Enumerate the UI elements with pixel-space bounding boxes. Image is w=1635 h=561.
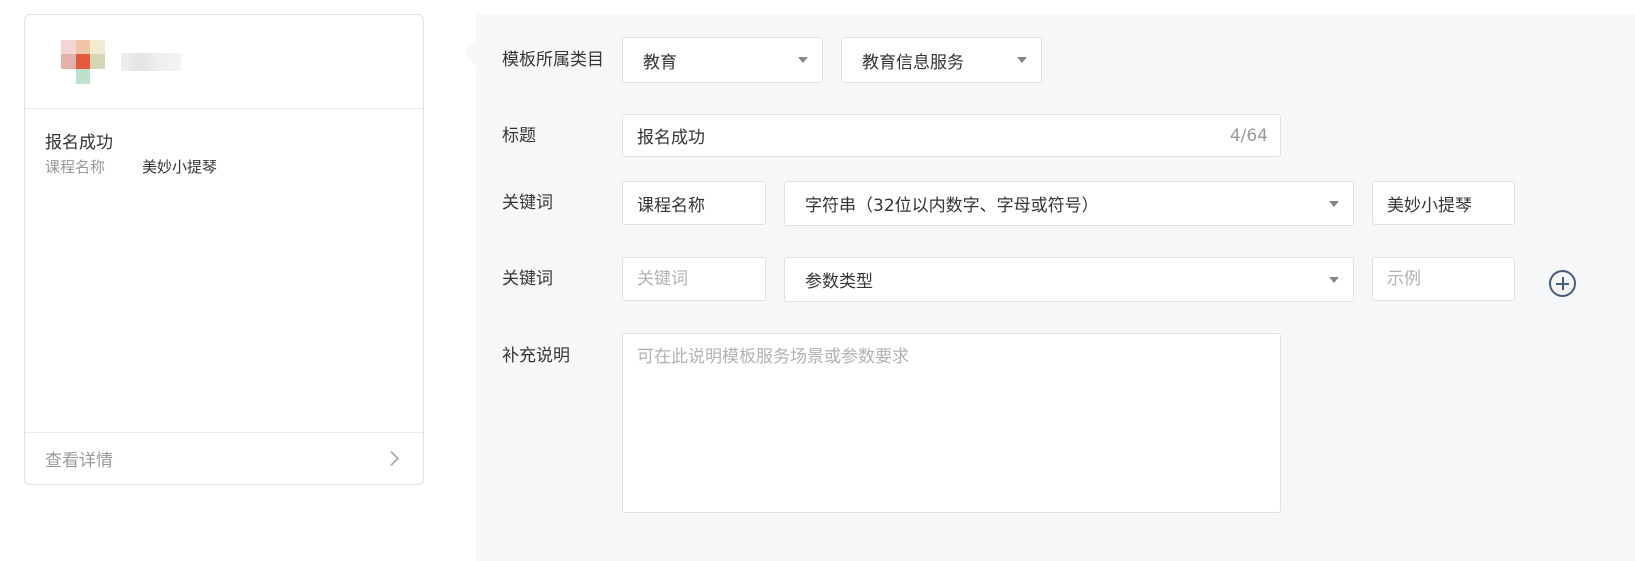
category-primary-select[interactable]: 教育 [622,37,823,83]
caret-down-icon [1329,200,1339,207]
preview-header [25,15,423,109]
caret-down-icon [1329,276,1339,283]
view-details-label: 查看详情 [45,451,113,471]
avatar-tile [61,68,76,84]
avatar-tile [90,54,105,69]
keyword-name-input-2[interactable] [622,257,766,301]
keyword-name-input-1[interactable]: 课程名称 [622,181,766,225]
keyword-type-placeholder-2: 参数类型 [805,272,873,292]
message-preview-card: 报名成功 课程名称 美妙小提琴 查看详情 [24,14,424,485]
category-primary-value: 教育 [643,52,677,73]
caret-down-icon [798,57,808,63]
title-char-counter: 4/64 [1229,125,1268,146]
avatar-tile [90,39,105,55]
caret-down-icon [1017,57,1027,63]
plus-circle-icon[interactable] [1549,270,1576,297]
keyword-example-input-2[interactable] [1372,257,1515,301]
avatar-tile [75,54,91,69]
view-details-link[interactable]: 查看详情 [25,432,423,484]
title-value: 报名成功 [637,128,705,148]
keyword-example-value-1: 美妙小提琴 [1387,195,1472,216]
avatar-tile [90,68,105,84]
keyword-type-value-1: 字符串（32位以内数字、字母或符号） [805,196,1099,216]
preview-body: 报名成功 课程名称 美妙小提琴 [25,109,423,177]
template-editor: 报名成功 课程名称 美妙小提琴 查看详情 模板所属类目 教育 教育信息服务 标题… [0,0,1635,561]
avatar-tile [75,39,91,55]
template-form-panel: 模板所属类目 教育 教育信息服务 标题 报名成功 4/64 关键词 课程名称 字… [463,14,1635,561]
keyword-name-value-1: 课程名称 [637,195,705,216]
preview-keyword-value: 美妙小提琴 [142,158,218,176]
account-avatar [61,39,105,84]
category-secondary-select[interactable]: 教育信息服务 [841,37,1042,83]
preview-keyword-name: 课程名称 [45,158,106,176]
preview-message-title: 报名成功 [45,133,113,153]
title-label: 标题 [502,126,536,146]
category-secondary-value: 教育信息服务 [862,52,964,73]
avatar-tile [61,54,76,69]
preview-keyword-row: 课程名称 美妙小提琴 [45,157,403,177]
keyword-label-2: 关键词 [502,269,553,289]
avatar-tile [75,68,91,84]
keyword-type-select-2[interactable]: 参数类型 [784,257,1354,302]
note-textarea[interactable] [622,333,1281,513]
title-input[interactable]: 报名成功 4/64 [622,114,1281,157]
avatar-tile [61,39,76,55]
chevron-right-icon [383,450,400,467]
keyword-example-input-1[interactable]: 美妙小提琴 [1372,181,1515,225]
note-label: 补充说明 [502,346,570,366]
keyword-label-1: 关键词 [502,193,553,213]
category-label: 模板所属类目 [502,50,604,70]
account-name-blurred [121,52,181,71]
keyword-type-select-1[interactable]: 字符串（32位以内数字、字母或符号） [784,181,1354,226]
